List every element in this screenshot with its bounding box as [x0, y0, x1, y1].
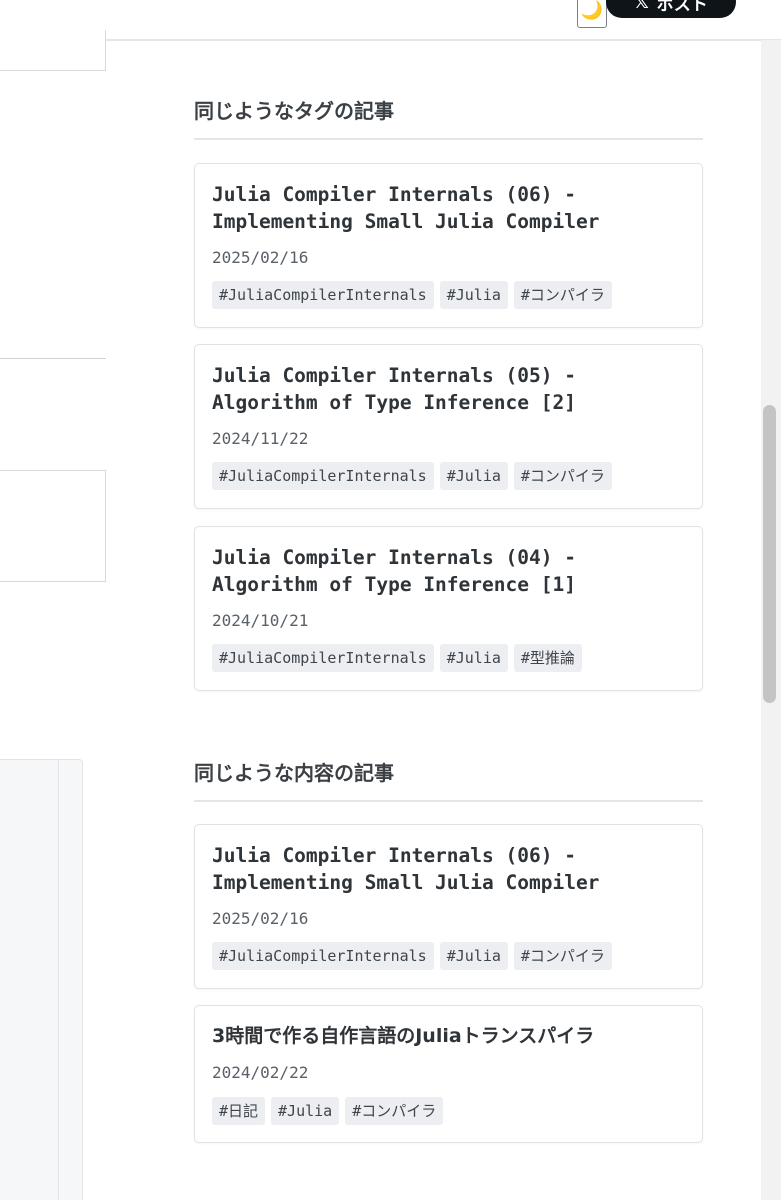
- tag-link[interactable]: #Julia: [271, 1097, 340, 1125]
- article-tags: #JuliaCompilerInternals #Julia #コンパイラ: [212, 462, 612, 490]
- tag-link[interactable]: #コンパイラ: [345, 1097, 444, 1125]
- article-tags: #JuliaCompilerInternals #Julia #コンパイラ: [212, 281, 612, 309]
- article-card[interactable]: Julia Compiler Internals (05) - Algorith…: [194, 344, 703, 509]
- tag-link[interactable]: #JuliaCompilerInternals: [212, 462, 434, 490]
- article-card[interactable]: Julia Compiler Internals (06) - Implemen…: [194, 163, 703, 328]
- article-tags: #JuliaCompilerInternals #Julia #型推論: [212, 644, 582, 672]
- article-title-line: Julia Compiler Internals (04) -: [212, 546, 576, 569]
- article-title-line: Julia Compiler Internals (06) -: [212, 183, 576, 206]
- tag-link[interactable]: #コンパイラ: [513, 462, 612, 490]
- code-block-gutter: [58, 760, 59, 1200]
- tag-link[interactable]: #JuliaCompilerInternals: [212, 644, 434, 672]
- tag-link[interactable]: #Julia: [439, 281, 508, 309]
- article-title[interactable]: Julia Compiler Internals (06) - Implemen…: [212, 181, 682, 235]
- article-title[interactable]: Julia Compiler Internals (05) - Algorith…: [212, 362, 682, 416]
- article-title[interactable]: 3時間で作る自作言語のJuliaトランスパイラ: [212, 1023, 682, 1049]
- main-content-box: [0, 470, 106, 582]
- article-tags: #日記 #Julia #コンパイラ: [212, 1097, 444, 1125]
- article-title-line: Julia Compiler Internals (06) -: [212, 844, 576, 867]
- article-date: 2025/02/16: [212, 248, 309, 267]
- article-title[interactable]: Julia Compiler Internals (04) - Algorith…: [212, 544, 682, 598]
- page: 🌙 𝕏 ポスト 同じようなタグの記事 Julia Compiler Intern…: [0, 0, 781, 1200]
- article-tags: #JuliaCompilerInternals #Julia #コンパイラ: [212, 942, 612, 970]
- similar-content-heading: 同じような内容の記事: [194, 757, 703, 802]
- main-content-divider: [0, 358, 106, 359]
- scrollbar-thumb[interactable]: [763, 405, 776, 703]
- article-title[interactable]: Julia Compiler Internals (06) - Implemen…: [212, 842, 682, 896]
- article-card[interactable]: 3時間で作る自作言語のJuliaトランスパイラ 2024/02/22 #日記 #…: [194, 1005, 703, 1143]
- theme-toggle-button[interactable]: 🌙: [577, 0, 607, 28]
- article-card[interactable]: Julia Compiler Internals (04) - Algorith…: [194, 526, 703, 691]
- tag-link[interactable]: #Julia: [439, 462, 508, 490]
- article-date: 2025/02/16: [212, 909, 309, 928]
- article-title-line: Implementing Small Julia Compiler: [212, 871, 600, 894]
- crescent-moon-icon: 🌙: [580, 0, 604, 21]
- post-button-label: ポスト: [656, 0, 708, 15]
- tag-link[interactable]: #JuliaCompilerInternals: [212, 281, 434, 309]
- article-title-line: Julia Compiler Internals (05) -: [212, 364, 576, 387]
- article-date: 2024/11/22: [212, 429, 309, 448]
- tag-link[interactable]: #型推論: [513, 644, 582, 672]
- article-card[interactable]: Julia Compiler Internals (06) - Implemen…: [194, 824, 703, 989]
- tag-link[interactable]: #JuliaCompilerInternals: [212, 942, 434, 970]
- article-title-line: Algorithm of Type Inference [1]: [212, 573, 576, 596]
- tag-link[interactable]: #コンパイラ: [513, 942, 612, 970]
- tag-link[interactable]: #コンパイラ: [513, 281, 612, 309]
- article-date: 2024/02/22: [212, 1063, 309, 1082]
- x-logo-icon: 𝕏: [634, 0, 649, 13]
- tag-link[interactable]: #Julia: [439, 942, 508, 970]
- article-title-line: 3時間で作る自作言語のJuliaトランスパイラ: [212, 1025, 595, 1047]
- top-bar: 🌙 𝕏 ポスト: [0, 0, 781, 41]
- article-title-line: Implementing Small Julia Compiler: [212, 210, 600, 233]
- tag-link[interactable]: #Julia: [439, 644, 508, 672]
- article-title-line: Algorithm of Type Inference [2]: [212, 391, 576, 414]
- code-block: [0, 759, 83, 1200]
- similar-tags-heading: 同じようなタグの記事: [194, 95, 703, 140]
- x-post-button[interactable]: 𝕏 ポスト: [606, 0, 736, 18]
- tag-link[interactable]: #日記: [212, 1097, 266, 1125]
- article-date: 2024/10/21: [212, 611, 309, 630]
- main-content-box: [0, 30, 106, 71]
